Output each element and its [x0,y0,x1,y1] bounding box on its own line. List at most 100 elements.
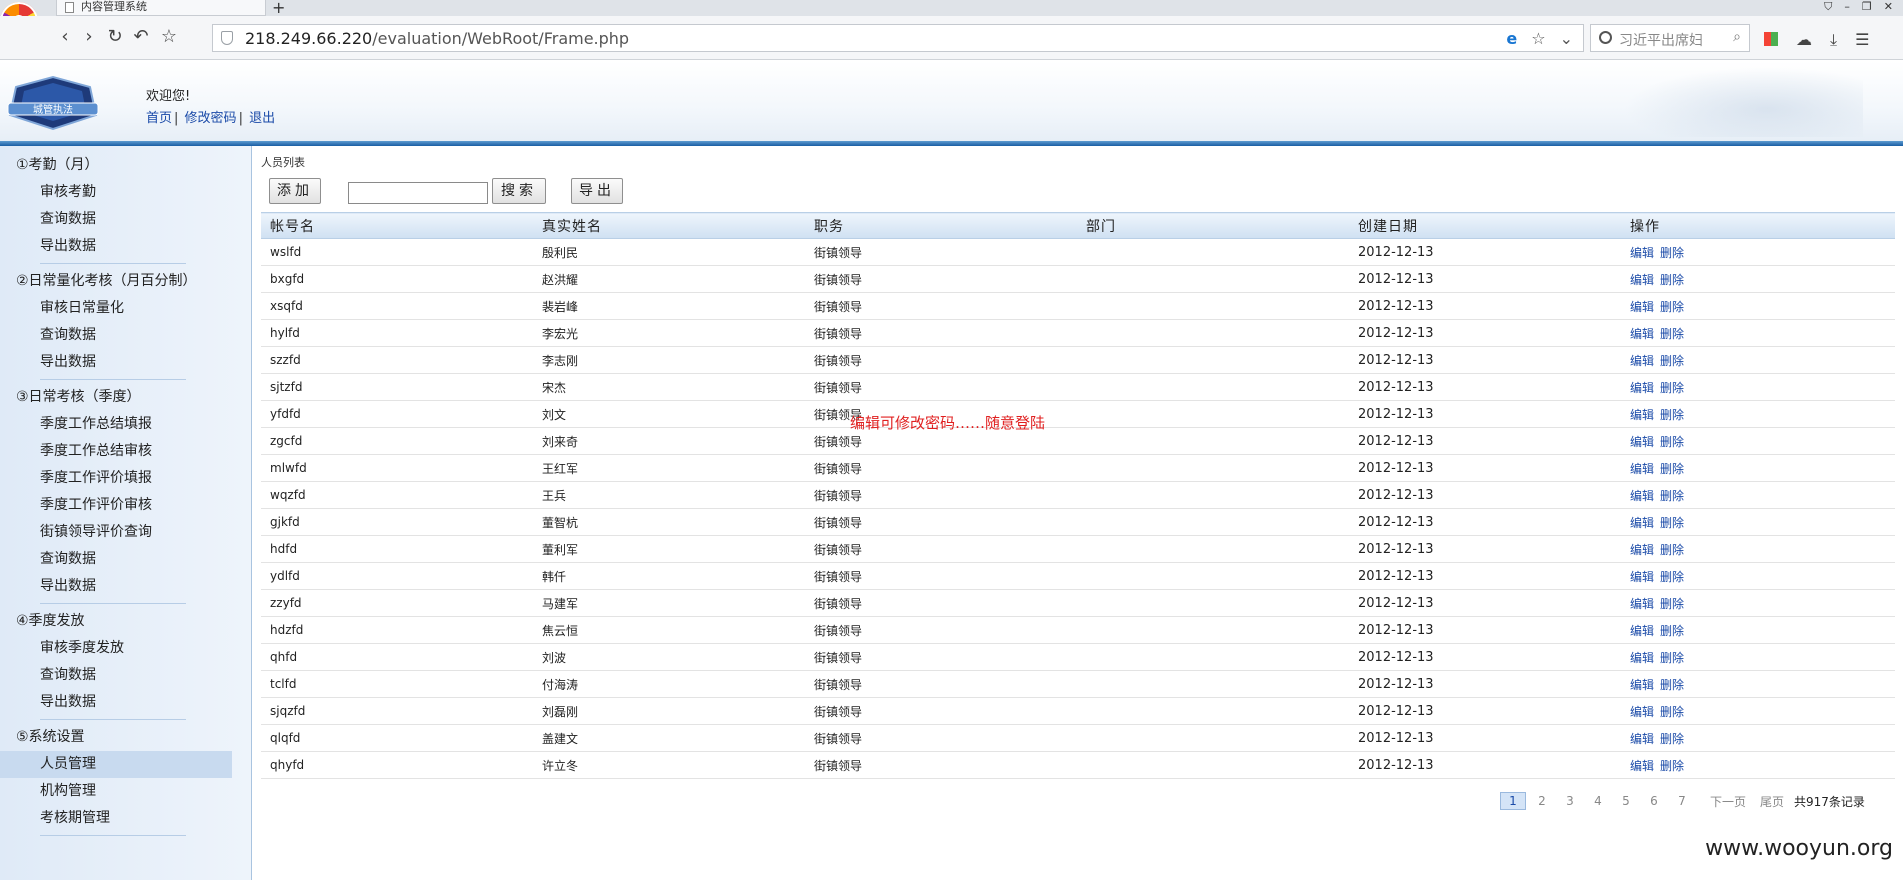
delete-link[interactable]: 删除 [1660,300,1684,314]
url-text[interactable]: 218.249.66.220/evaluation/WebRoot/Frame.… [245,29,629,48]
new-tab-button[interactable]: + [272,0,285,17]
export-button[interactable]: 导出 [571,178,623,204]
search-button[interactable]: 搜索 [492,178,546,204]
edit-link[interactable]: 编辑 [1630,246,1654,260]
edit-link[interactable]: 编辑 [1630,678,1654,692]
page-7[interactable]: 7 [1668,794,1696,808]
edit-link[interactable]: 编辑 [1630,597,1654,611]
delete-link[interactable]: 删除 [1660,678,1684,692]
delete-link[interactable]: 删除 [1660,597,1684,611]
sidebar-item[interactable]: 导出数据 [0,573,232,600]
delete-link[interactable]: 删除 [1660,354,1684,368]
sidebar-item[interactable]: 街镇领导评价查询 [0,519,232,546]
edit-link[interactable]: 编辑 [1630,516,1654,530]
edit-link[interactable]: 编辑 [1630,732,1654,746]
logout-link[interactable]: 退出 [249,111,275,126]
edit-link[interactable]: 编辑 [1630,327,1654,341]
search-icon[interactable]: ⌕ [1733,29,1741,45]
delete-link[interactable]: 删除 [1660,462,1684,476]
sidebar-group-title[interactable]: ③日常考核（季度） [0,384,232,411]
sidebar-group-title[interactable]: ①考勤（月） [0,152,232,179]
sidebar-item[interactable]: 查询数据 [0,206,232,233]
sidebar-item[interactable]: 导出数据 [0,689,232,716]
edit-link[interactable]: 编辑 [1630,381,1654,395]
delete-link[interactable]: 删除 [1660,624,1684,638]
edit-link[interactable]: 编辑 [1630,705,1654,719]
chevron-down-icon[interactable]: ⌄ [1560,29,1573,48]
ie-mode-icon[interactable]: e [1506,29,1517,48]
back-icon[interactable]: ‹ [54,26,76,48]
sidebar-group-title[interactable]: ⑤系统设置 [0,724,232,751]
sidebar-group-title[interactable]: ④季度发放 [0,608,232,635]
undo-icon[interactable]: ↶ [130,26,152,48]
page-3[interactable]: 3 [1556,794,1584,808]
sidebar-item[interactable]: 导出数据 [0,349,232,376]
sidebar-item[interactable]: 考核期管理 [0,805,232,832]
delete-link[interactable]: 删除 [1660,651,1684,665]
sidebar-item[interactable]: 审核日常量化 [0,295,232,322]
sidebar-item[interactable]: 季度工作总结填报 [0,411,232,438]
delete-link[interactable]: 删除 [1660,732,1684,746]
change-password-link[interactable]: 修改密码 [185,111,237,126]
delete-link[interactable]: 删除 [1660,570,1684,584]
edit-link[interactable]: 编辑 [1630,408,1654,422]
forward-icon[interactable]: › [78,26,100,48]
delete-link[interactable]: 删除 [1660,246,1684,260]
edit-link[interactable]: 编辑 [1630,570,1654,584]
sidebar-item[interactable]: 季度工作总结审核 [0,438,232,465]
sidebar-item[interactable]: 导出数据 [0,233,232,260]
download-icon[interactable]: ⤓ [1830,30,1837,50]
delete-link[interactable]: 删除 [1660,273,1684,287]
sidebar-item[interactable]: 季度工作评价审核 [0,492,232,519]
favorite-star-icon[interactable]: ☆ [158,26,180,48]
sidebar-item[interactable]: 季度工作评价填报 [0,465,232,492]
sidebar-item[interactable]: 查询数据 [0,662,232,689]
edit-link[interactable]: 编辑 [1630,462,1654,476]
sidebar-item[interactable]: 审核考勤 [0,179,232,206]
edit-link[interactable]: 编辑 [1630,354,1654,368]
delete-link[interactable]: 删除 [1660,435,1684,449]
search-input[interactable] [348,182,488,204]
close-icon[interactable]: ✕ [1884,0,1893,14]
page-2[interactable]: 2 [1528,794,1556,808]
edit-link[interactable]: 编辑 [1630,273,1654,287]
bookmark-star-icon[interactable]: ☆ [1531,29,1545,48]
browser-tab[interactable]: 内容管理系统 [56,0,266,16]
delete-link[interactable]: 删除 [1660,408,1684,422]
sidebar-item[interactable]: 查询数据 [0,322,232,349]
refresh-icon[interactable]: ↻ [104,26,126,48]
next-page-link[interactable]: 下一页 [1710,793,1746,810]
sidebar-item[interactable]: 审核季度发放 [0,635,232,662]
delete-link[interactable]: 删除 [1660,327,1684,341]
delete-link[interactable]: 删除 [1660,516,1684,530]
page-4[interactable]: 4 [1584,794,1612,808]
browser-search-box[interactable]: 习近平出席妇 ⌕ [1590,24,1750,52]
sidebar-group-title[interactable]: ②日常量化考核（月百分制） [0,268,232,295]
edit-link[interactable]: 编辑 [1630,543,1654,557]
delete-link[interactable]: 删除 [1660,543,1684,557]
edit-link[interactable]: 编辑 [1630,624,1654,638]
delete-link[interactable]: 删除 [1660,759,1684,773]
address-bar[interactable]: 218.249.66.220/evaluation/WebRoot/Frame.… [212,24,1584,52]
page-6[interactable]: 6 [1640,794,1668,808]
home-link[interactable]: 首页 [146,111,172,126]
shirt-icon[interactable]: ⛉ [1824,0,1832,14]
apps-grid-icon[interactable] [1764,32,1778,46]
sidebar-item[interactable]: 查询数据 [0,546,232,573]
sidebar-item[interactable]: 机构管理 [0,778,232,805]
edit-link[interactable]: 编辑 [1630,489,1654,503]
delete-link[interactable]: 删除 [1660,705,1684,719]
edit-link[interactable]: 编辑 [1630,300,1654,314]
cloud-icon[interactable]: ☁ [1796,30,1812,50]
minimize-icon[interactable]: – [1844,0,1850,14]
edit-link[interactable]: 编辑 [1630,435,1654,449]
add-button[interactable]: 添加 [269,178,321,204]
sidebar-item-user-management[interactable]: 人员管理 [0,751,232,778]
delete-link[interactable]: 删除 [1660,489,1684,503]
page-5[interactable]: 5 [1612,794,1640,808]
edit-link[interactable]: 编辑 [1630,651,1654,665]
page-1[interactable]: 1 [1500,792,1526,810]
edit-link[interactable]: 编辑 [1630,759,1654,773]
restore-icon[interactable]: ❐ [1862,0,1872,14]
menu-icon[interactable]: ☰ [1855,30,1869,50]
